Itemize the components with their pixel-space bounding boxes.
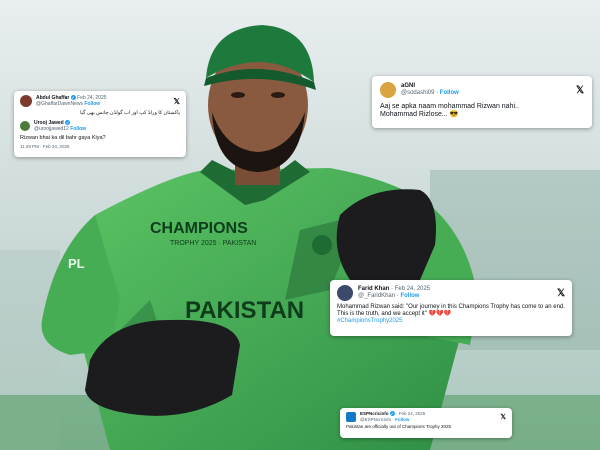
follow-button[interactable]: Follow: [395, 417, 409, 422]
verified-icon: ✓: [65, 120, 71, 125]
tweet-date: Feb 24, 2025: [394, 286, 431, 292]
eye-right: [271, 92, 285, 98]
author-handle[interactable]: @ESPNcricinfo: [360, 417, 391, 422]
tweet-header: ESPNcricinfo ✓ · Feb 24, 2025 @ESPNcrici…: [346, 411, 506, 422]
follow-button[interactable]: Follow: [400, 293, 419, 299]
pcb-star-logo: [312, 235, 332, 255]
x-logo-icon[interactable]: 𝕏: [174, 97, 180, 106]
x-logo-icon[interactable]: 𝕏: [500, 413, 506, 421]
avatar[interactable]: [20, 95, 32, 107]
follow-button[interactable]: Follow: [440, 90, 459, 96]
tweet-text: Mohammad Rizwan said: "Our journey in th…: [337, 304, 565, 317]
jersey-country-text: PAKISTAN: [185, 297, 304, 324]
author-handle[interactable]: @GhaffarDawnNews: [36, 101, 83, 107]
verified-icon: ✓: [70, 95, 76, 100]
x-logo-icon[interactable]: 𝕏: [576, 85, 584, 96]
jersey-sponsor-text: PL: [68, 256, 85, 271]
author-name[interactable]: ESPNcricinfo: [360, 411, 389, 416]
avatar[interactable]: [20, 121, 30, 131]
quoted-header: Urooj Jawed ✓ @uroojjawed12 Follow: [20, 120, 180, 132]
tweet-text-line2: Mohammad Rizlose... 😎: [380, 111, 459, 118]
cricketer-photo: CHAMPIONS TROPHY 2025 · PAKISTAN PAKISTA…: [0, 0, 600, 450]
tweet-card-abdul-ghaffar[interactable]: Abdul Ghaffar ✓ Feb 24, 2025 @GhaffarDaw…: [14, 91, 186, 157]
tweet-time: 11:29 PM · Feb 24, 2025: [20, 144, 70, 149]
tweet-header: Abdul Ghaffar ✓ Feb 24, 2025 @GhaffarDaw…: [20, 95, 180, 107]
author-handle[interactable]: @sodashi09: [401, 90, 434, 96]
x-logo-icon[interactable]: 𝕏: [557, 288, 565, 299]
author-handle[interactable]: @uroojjawed12: [34, 126, 69, 132]
avatar[interactable]: [337, 285, 353, 301]
author-name[interactable]: Farid Khan: [358, 286, 389, 292]
tweet-header: Farid Khan · Feb 24, 2025 @_FaridKhan · …: [337, 285, 565, 301]
tweet-card-agni[interactable]: aGNI @sodashi09 · Follow 𝕏 Aaj se apka n…: [372, 76, 592, 128]
jersey-trophy-text: TROPHY 2025 · PAKISTAN: [170, 240, 256, 247]
eye-left: [231, 92, 245, 98]
follow-button[interactable]: Follow: [84, 101, 100, 107]
avatar[interactable]: [346, 411, 356, 422]
tweet-text-line1: Aaj se apka naam mohammad Rizwan nahi..: [380, 103, 519, 110]
jersey-champions-text: CHAMPIONS: [150, 220, 248, 237]
tweet-card-espncricinfo[interactable]: ESPNcricinfo ✓ · Feb 24, 2025 @ESPNcrici…: [340, 408, 512, 438]
tweet-header: aGNI @sodashi09 · Follow 𝕏: [380, 82, 584, 98]
follow-button[interactable]: Follow: [70, 126, 86, 132]
hashtag-link[interactable]: #ChampionsTrophy2025: [337, 318, 565, 324]
author-name[interactable]: aGNI: [401, 83, 459, 90]
tweet-text: Pakistan are officially out of Champions…: [346, 424, 451, 429]
avatar[interactable]: [380, 82, 396, 98]
photo-scene: CHAMPIONS TROPHY 2025 · PAKISTAN PAKISTA…: [0, 0, 600, 450]
author-handle[interactable]: @_FaridKhan: [358, 293, 395, 299]
tweet-date: Feb 24, 2025: [398, 411, 426, 416]
tweet-text: پاکستان کا ورلڈ کپ اور اب گولڈن چانس بھی…: [80, 110, 180, 116]
tweet-card-farid-khan[interactable]: Farid Khan · Feb 24, 2025 @_FaridKhan · …: [330, 280, 572, 336]
verified-icon: ✓: [389, 411, 395, 416]
reply-text: Rizwan bhai ka dil bahr gaya Kiya?: [20, 135, 106, 141]
